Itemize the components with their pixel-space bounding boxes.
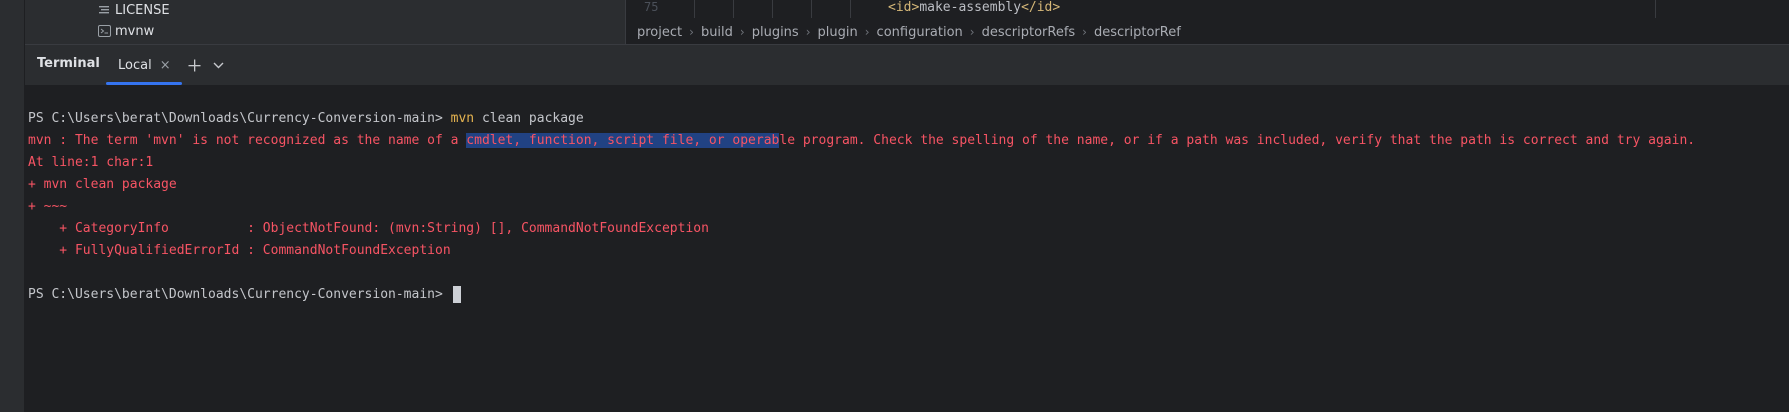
code-text[interactable]: <id>make-assembly</id> (888, 0, 1060, 15)
prompt-text: PS C:\Users\berat\Downloads\Currency-Con… (28, 111, 443, 126)
error-text: le program. Check the spelling of the na… (779, 133, 1696, 148)
breadcrumb-plugin[interactable]: plugin (818, 25, 858, 40)
project-file-label: LICENSE (115, 2, 170, 18)
tab-dropdown-button[interactable] (207, 54, 229, 76)
terminal-header: Terminal Local × (25, 44, 1789, 85)
chevron-down-icon (213, 62, 223, 68)
error-line: + CategoryInfo : ObjectNotFound: (mvn:St… (28, 221, 709, 236)
terminal-file-icon (97, 24, 111, 38)
plus-icon (188, 59, 200, 71)
breadcrumb-plugins[interactable]: plugins (752, 25, 799, 40)
chevron-right-icon: › (969, 25, 975, 39)
error-line: + FullyQualifiedErrorId : CommandNotFoun… (28, 243, 451, 258)
close-icon[interactable]: × (160, 58, 171, 73)
code-close-tag: </id> (1021, 0, 1061, 15)
error-line: + mvn clean package (28, 177, 177, 192)
error-line: At line:1 char:1 (28, 155, 154, 170)
chevron-right-icon: › (805, 25, 811, 39)
code-line: 75 <id>make-assembly</id> (626, 0, 1789, 18)
prompt-text: PS C:\Users\berat\Downloads\Currency-Con… (28, 287, 443, 302)
text-cursor (452, 286, 461, 303)
tool-window-strip (0, 0, 25, 412)
error-line: mvn : The term 'mvn' is not recognized a… (28, 131, 1695, 151)
prompt-line: PS C:\Users\berat\Downloads\Currency-Con… (28, 285, 461, 305)
error-line: + ~~~ (28, 199, 68, 214)
text-file-icon (97, 3, 111, 17)
terminal-output[interactable]: PS C:\Users\berat\Downloads\Currency-Con… (25, 85, 1789, 412)
project-file-label: mvnw (115, 23, 155, 39)
breadcrumb-project[interactable]: project (637, 25, 682, 40)
chevron-right-icon: › (864, 25, 870, 39)
command-word: mvn (450, 111, 475, 126)
tab-local[interactable]: Local × (106, 45, 183, 85)
project-file-license[interactable]: LICENSE (97, 0, 170, 21)
chevron-right-icon: › (689, 25, 694, 39)
error-text: mvn : The term 'mvn' is not recognized a… (28, 133, 467, 148)
add-tab-button[interactable] (183, 54, 205, 76)
breadcrumb-descriptorref[interactable]: descriptorRef (1094, 25, 1181, 40)
project-pane: LICENSE mvnw (25, 0, 625, 44)
code-open-tag: <id> (888, 0, 920, 15)
terminal-title: Terminal (37, 56, 100, 71)
breadcrumb-build[interactable]: build (701, 25, 733, 40)
breadcrumb-descriptorrefs[interactable]: descriptorRefs (982, 25, 1076, 40)
project-file-mvnw[interactable]: mvnw (97, 20, 154, 42)
selected-text: cmdlet, function, script file, or operab (466, 133, 780, 148)
breadcrumb-configuration[interactable]: configuration (877, 25, 963, 40)
chevron-right-icon: › (739, 25, 745, 39)
command-args: clean package (474, 111, 584, 126)
command-line: PS C:\Users\berat\Downloads\Currency-Con… (28, 109, 584, 129)
line-number: 75 (644, 0, 659, 14)
chevron-right-icon: › (1082, 25, 1087, 39)
breadcrumb: project › build › plugins › plugin › con… (626, 20, 1181, 44)
editor-pane: 75 <id>make-assembly</id> project › buil… (625, 0, 1789, 44)
right-margin-guide (1655, 0, 1656, 18)
tab-local-label: Local (118, 57, 152, 73)
code-value: make-assembly (919, 0, 1022, 15)
